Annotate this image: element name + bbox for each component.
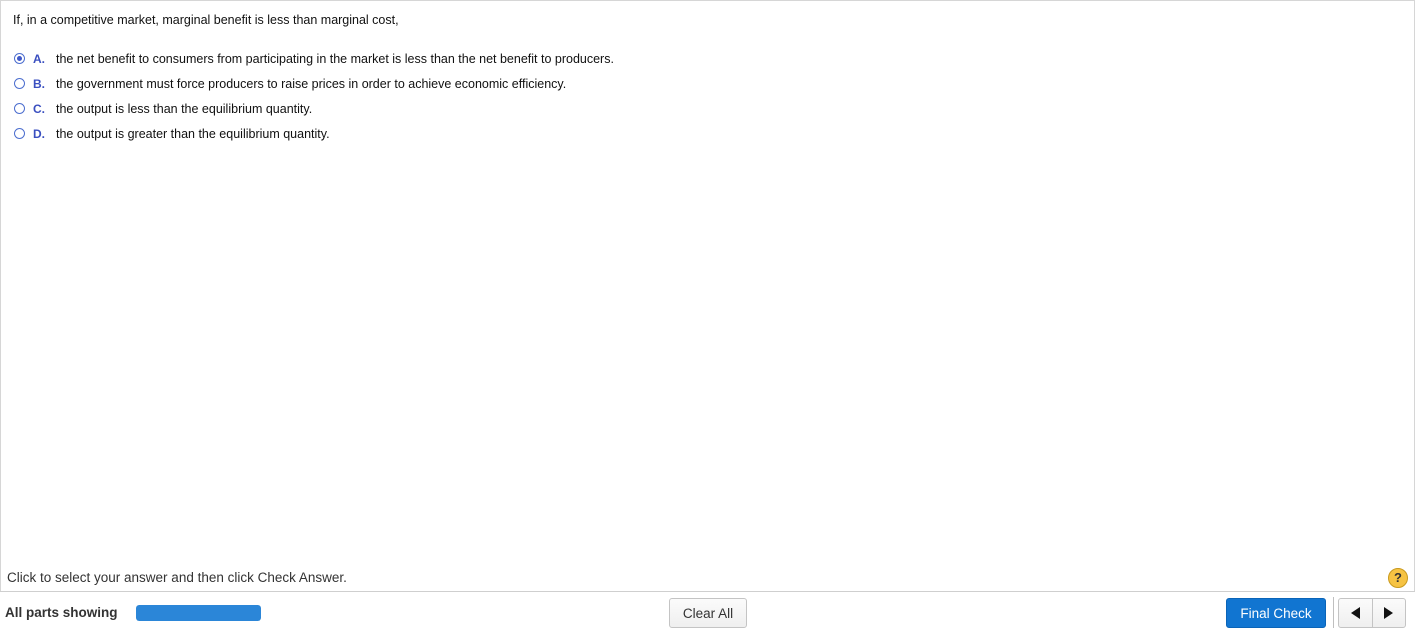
clear-all-button[interactable]: Clear All (669, 598, 747, 628)
triangle-right-icon (1384, 607, 1394, 619)
nav-divider (1333, 597, 1334, 628)
option-text[interactable]: the government must force producers to r… (56, 77, 566, 91)
question-mark-icon[interactable]: ? (1388, 568, 1408, 588)
option-text[interactable]: the output is greater than the equilibri… (56, 127, 330, 141)
next-question-button[interactable] (1371, 599, 1406, 627)
question-nav (1338, 598, 1406, 628)
radio-c[interactable] (14, 103, 25, 114)
option-c[interactable]: C. the output is less than the equilibri… (14, 96, 614, 121)
option-d[interactable]: D. the output is greater than the equili… (14, 121, 614, 146)
option-text[interactable]: the net benefit to consumers from partic… (56, 52, 614, 66)
option-letter: B. (33, 76, 45, 91)
option-letter: C. (33, 101, 45, 116)
previous-question-button[interactable] (1339, 599, 1372, 627)
final-check-button[interactable]: Final Check (1226, 598, 1326, 628)
option-b[interactable]: B. the government must force producers t… (14, 71, 614, 96)
option-letter: A. (33, 51, 45, 66)
radio-b[interactable] (14, 78, 25, 89)
parts-progress-fill (136, 605, 261, 621)
parts-status-label: All parts showing (5, 605, 118, 620)
radio-d[interactable] (14, 128, 25, 139)
question-text: If, in a competitive market, marginal be… (13, 13, 399, 27)
question-panel: If, in a competitive market, marginal be… (0, 0, 1415, 591)
option-text[interactable]: the output is less than the equilibrium … (56, 102, 312, 116)
footer-divider (0, 591, 1415, 592)
instruction-text: Click to select your answer and then cli… (7, 570, 347, 585)
answer-options: A. the net benefit to consumers from par… (14, 46, 614, 146)
radio-a[interactable] (14, 53, 25, 64)
option-a[interactable]: A. the net benefit to consumers from par… (14, 46, 614, 71)
parts-progress-bar (136, 605, 261, 621)
option-letter: D. (33, 126, 45, 141)
triangle-left-icon (1350, 607, 1360, 619)
